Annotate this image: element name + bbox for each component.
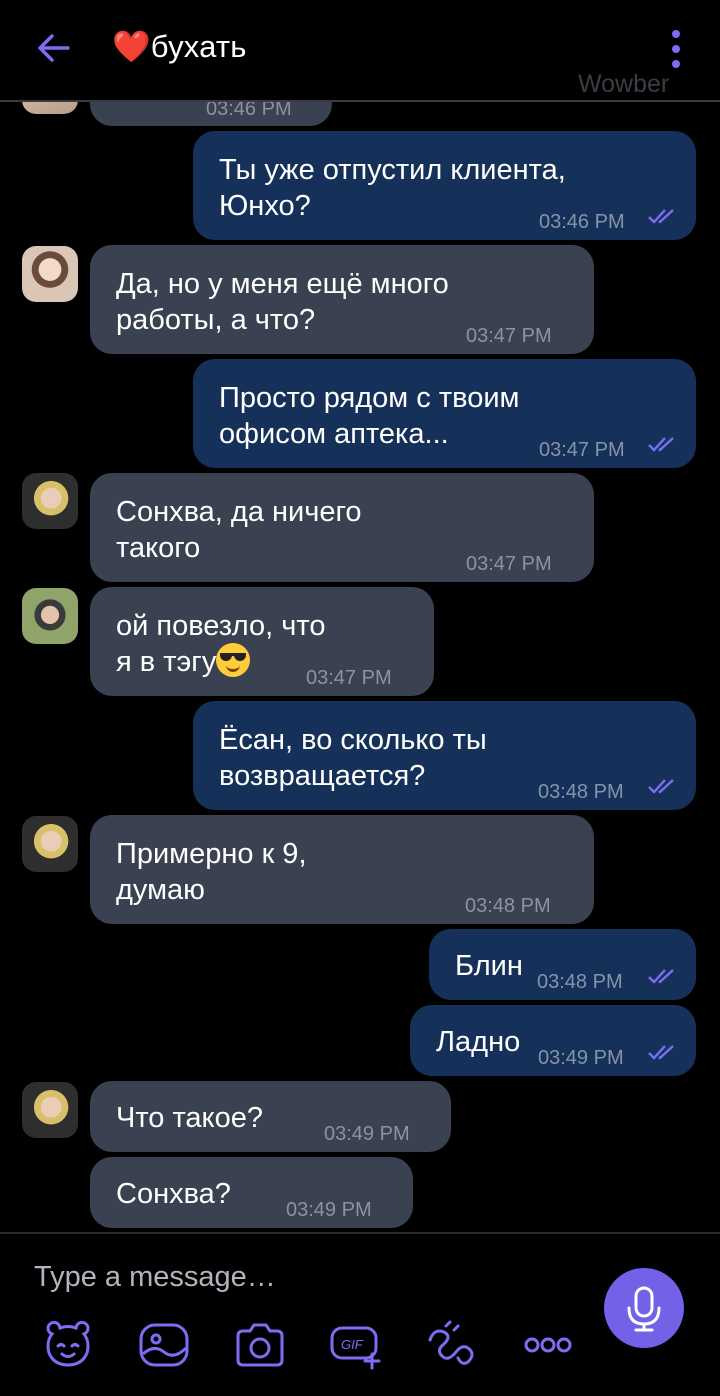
contact-avatar[interactable]	[22, 473, 78, 529]
message-time: 03:48 PM	[537, 971, 623, 993]
message-bubble[interactable]: Да, но у меня ещё много работы, а что? 0…	[90, 245, 594, 354]
read-receipt-icon	[648, 969, 674, 984]
message-text-line: Сонхва, да ничего	[116, 496, 362, 528]
message-time: 03:46 PM	[539, 211, 625, 233]
message-text-line: офисом аптека...	[219, 418, 449, 450]
voice-record-button[interactable]	[604, 1268, 684, 1348]
message-bubble[interactable]: ой повезло, что я в тэгу 03:47 PM	[90, 587, 434, 696]
message-text-line: Примерно к 9,	[116, 838, 307, 870]
read-receipt-icon	[648, 1045, 674, 1060]
contact-avatar[interactable]	[22, 246, 78, 302]
message-text-line: Юнхо?	[219, 190, 311, 222]
watermark: Wowber	[578, 70, 670, 98]
message-text: Блин	[455, 950, 523, 982]
message-text-line: я в тэгу	[116, 643, 251, 681]
back-arrow-icon[interactable]	[34, 28, 74, 68]
message-bubble[interactable]: Ладно 03:49 PM	[410, 1005, 696, 1076]
chat-title[interactable]: ❤️бухать	[112, 28, 247, 65]
sticker-bear-icon[interactable]	[40, 1320, 96, 1370]
message-text: Что такое?	[116, 1102, 263, 1134]
message-time: 03:47 PM	[539, 439, 625, 461]
message-bubble[interactable]: Ты уже отпустил клиента, Юнхо? 03:46 PM	[193, 131, 696, 240]
more-options-icon[interactable]	[662, 30, 690, 70]
composer-divider	[0, 1232, 720, 1234]
more-icon[interactable]	[520, 1320, 576, 1370]
message-bubble[interactable]: Просто рядом с твоим офисом аптека... 03…	[193, 359, 696, 468]
sunglasses-emoji-icon	[216, 643, 251, 677]
message-time: 03:47 PM	[466, 553, 552, 575]
message-text-fragment: я в тэгу	[116, 646, 217, 678]
message-text-line: Да, но у меня ещё много	[116, 268, 449, 300]
message-time: 03:49 PM	[538, 1047, 624, 1069]
doodle-image-icon[interactable]	[136, 1320, 192, 1370]
message-text: Сонхва?	[116, 1178, 231, 1210]
message-text-line: Просто рядом с твоим	[219, 382, 520, 414]
message-list[interactable]: так 03:46 PM Ты уже отпустил клиента, Юн…	[0, 0, 720, 1232]
message-time: 03:47 PM	[306, 667, 392, 689]
message-text: Ладно	[436, 1026, 521, 1058]
message-time: 03:48 PM	[538, 781, 624, 803]
message-composer: GIF	[0, 1232, 720, 1396]
message-text-line: думаю	[116, 874, 205, 906]
message-bubble[interactable]: Сонхва? 03:49 PM	[90, 1157, 413, 1228]
message-bubble[interactable]: Что такое? 03:49 PM	[90, 1081, 451, 1152]
read-receipt-icon	[648, 437, 674, 452]
message-bubble[interactable]: Примерно к 9, думаю 03:48 PM	[90, 815, 594, 924]
message-text-line: работы, а что?	[116, 304, 316, 336]
contact-avatar[interactable]	[22, 588, 78, 644]
read-receipt-icon	[648, 779, 674, 794]
gif-icon[interactable]: GIF	[328, 1320, 384, 1370]
contact-avatar[interactable]	[22, 816, 78, 872]
message-time: 03:48 PM	[465, 895, 551, 917]
contact-avatar[interactable]	[22, 1082, 78, 1138]
message-bubble[interactable]: Блин 03:48 PM	[429, 929, 696, 1000]
message-bubble[interactable]: Сонхва, да ничего такого 03:47 PM	[90, 473, 594, 582]
message-text-line: Ты уже отпустил клиента,	[219, 154, 566, 186]
message-bubble[interactable]: Ёсан, во сколько ты возвращается? 03:48 …	[193, 701, 696, 810]
message-text-line: Ёсан, во сколько ты	[219, 724, 487, 756]
microphone-icon	[627, 1286, 661, 1332]
message-input[interactable]	[34, 1254, 574, 1300]
read-receipt-icon	[648, 209, 674, 224]
scribble-icon[interactable]	[424, 1320, 480, 1370]
message-text-line: ой повезло, что	[116, 610, 326, 642]
message-text-line: возвращается?	[219, 760, 426, 792]
message-time: 03:49 PM	[286, 1199, 372, 1221]
camera-icon[interactable]	[232, 1320, 288, 1370]
message-time: 03:47 PM	[466, 325, 552, 347]
header-divider	[0, 100, 720, 102]
message-text-line: такого	[116, 532, 201, 564]
svg-text:GIF: GIF	[341, 1337, 364, 1352]
message-time: 03:49 PM	[324, 1123, 410, 1145]
